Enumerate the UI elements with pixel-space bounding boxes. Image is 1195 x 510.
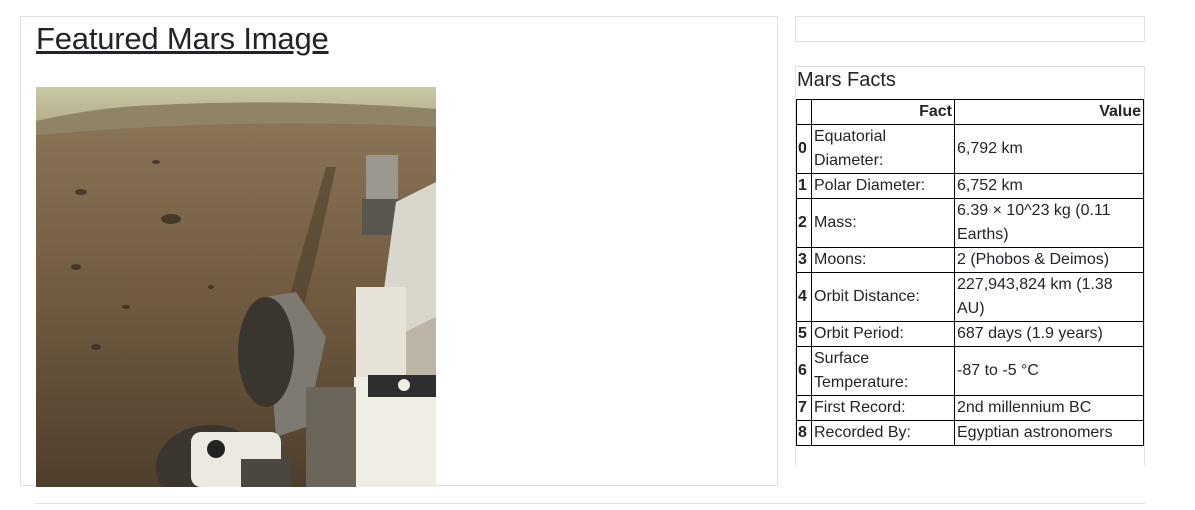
row-fact: Polar Diameter: xyxy=(811,173,955,199)
row-fact: Moons: xyxy=(811,247,955,273)
row-value: 6.39 × 10^23 kg (0.11 Earths) xyxy=(954,198,1144,248)
row-index: 7 xyxy=(796,395,812,421)
mars-facts-title: Mars Facts xyxy=(797,69,896,91)
row-value: 2nd millennium BC xyxy=(954,395,1144,421)
table-row: 4 Orbit Distance: 227,943,824 km (1.38 A… xyxy=(796,272,1144,322)
table-row: 2 Mass: 6.39 × 10^23 kg (0.11 Earths) xyxy=(796,198,1144,248)
row-index: 8 xyxy=(796,420,812,446)
row-fact: Orbit Distance: xyxy=(811,272,955,322)
header-fact: Fact xyxy=(811,99,955,125)
mars-facts-table: Fact Value 0 Equatorial Diameter: 6,792 … xyxy=(796,99,1144,446)
row-index: 4 xyxy=(796,272,812,322)
row-index: 3 xyxy=(796,247,812,273)
featured-image-title[interactable]: Featured Mars Image xyxy=(36,21,329,57)
row-index: 0 xyxy=(796,124,812,174)
footer-divider xyxy=(35,503,1145,504)
row-value: -87 to -5 °C xyxy=(954,346,1144,396)
table-row: 1 Polar Diameter: 6,752 km xyxy=(796,173,1144,199)
row-fact: Surface Temperature: xyxy=(811,346,955,396)
table-header-row: Fact Value xyxy=(796,99,1144,125)
table-row: 3 Moons: 2 (Phobos & Deimos) xyxy=(796,247,1144,273)
mars-photo xyxy=(36,87,436,487)
table-row: 6 Surface Temperature: -87 to -5 °C xyxy=(796,346,1144,396)
row-value: 6,792 km xyxy=(954,124,1144,174)
row-fact: Equatorial Diameter: xyxy=(811,124,955,174)
row-index: 2 xyxy=(796,198,812,248)
table-row: 5 Orbit Period: 687 days (1.9 years) xyxy=(796,321,1144,347)
row-fact: Mass: xyxy=(811,198,955,248)
row-value: Egyptian astronomers xyxy=(954,420,1144,446)
row-value: 227,943,824 km (1.38 AU) xyxy=(954,272,1144,322)
table-row: 8 Recorded By: Egyptian astronomers xyxy=(796,420,1144,446)
table-row: 0 Equatorial Diameter: 6,792 km xyxy=(796,124,1144,174)
table-row: 7 First Record: 2nd millennium BC xyxy=(796,395,1144,421)
row-index: 1 xyxy=(796,173,812,199)
header-index xyxy=(796,99,812,125)
featured-image-card: Featured Mars Image xyxy=(20,16,778,487)
mars-facts-card: Mars Facts Fact Value 0 Equatorial Diame… xyxy=(795,66,1145,466)
row-value: 2 (Phobos & Deimos) xyxy=(954,247,1144,273)
right-top-panel xyxy=(795,16,1145,42)
row-index: 5 xyxy=(796,321,812,347)
row-value: 687 days (1.9 years) xyxy=(954,321,1144,347)
row-fact: Orbit Period: xyxy=(811,321,955,347)
header-value: Value xyxy=(954,99,1144,125)
row-fact: First Record: xyxy=(811,395,955,421)
row-fact: Recorded By: xyxy=(811,420,955,446)
row-value: 6,752 km xyxy=(954,173,1144,199)
row-index: 6 xyxy=(796,346,812,396)
featured-mars-image[interactable] xyxy=(36,87,436,487)
